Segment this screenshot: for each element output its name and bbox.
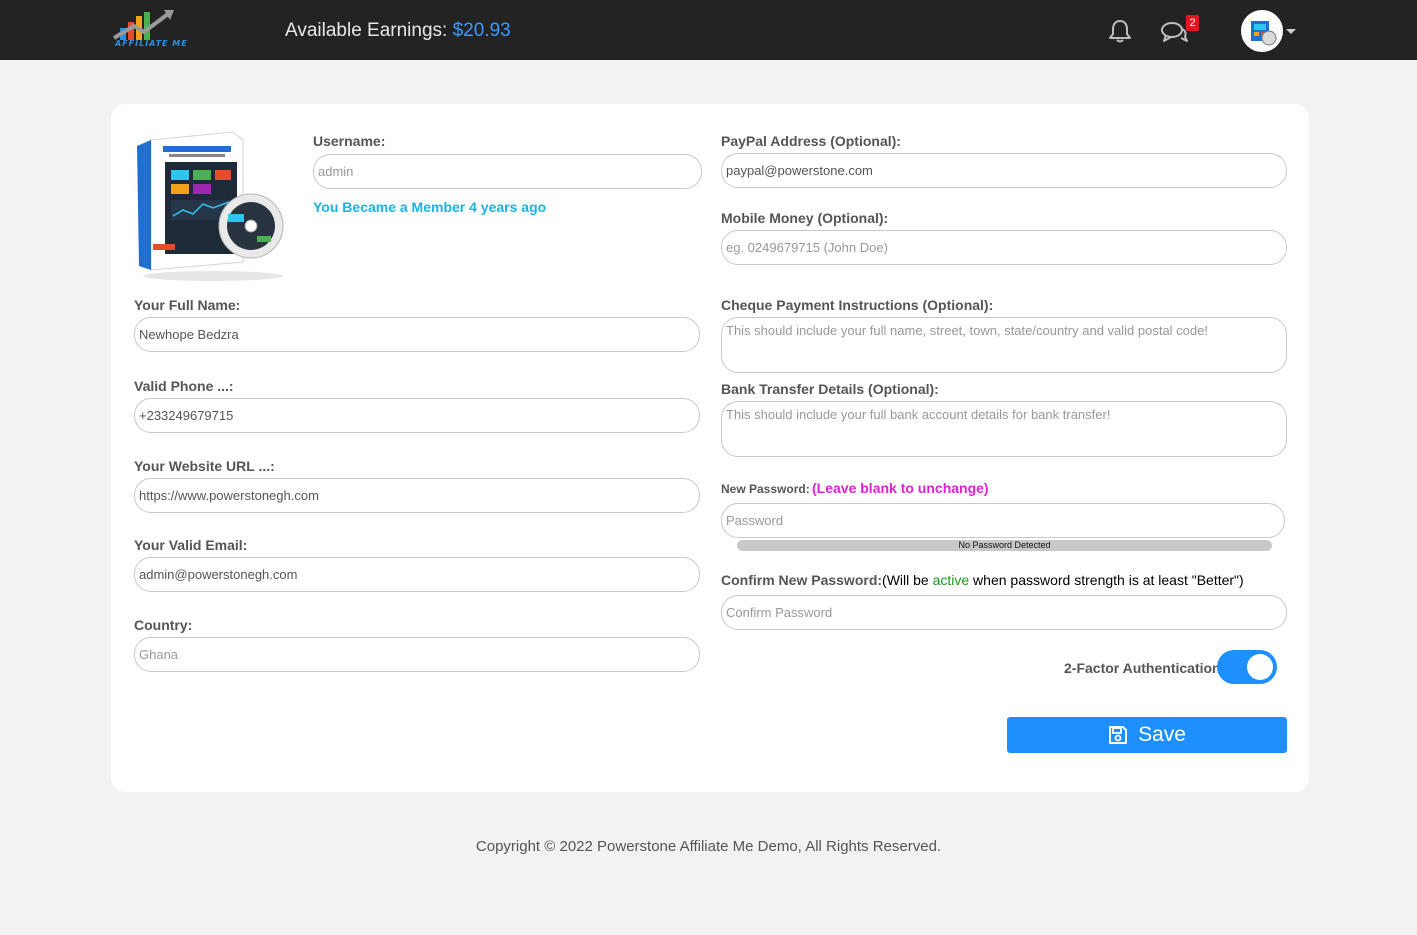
fullname-label: Your Full Name:	[134, 297, 241, 313]
earnings-amount: $20.93	[452, 20, 511, 41]
confirm-password-label: Confirm New Password:(Will be active whe…	[721, 572, 1244, 588]
cheque-label: Cheque Payment Instructions (Optional):	[721, 297, 994, 313]
chevron-down-icon[interactable]	[1286, 29, 1296, 34]
notifications-bell-icon[interactable]	[1107, 18, 1133, 44]
new-password-label: New Password:	[721, 482, 810, 496]
password-strength-bar: No Password Detected	[737, 540, 1272, 551]
website-label: Your Website URL ...:	[134, 458, 275, 474]
cheque-textarea[interactable]	[721, 317, 1287, 373]
new-password-input[interactable]	[721, 503, 1285, 538]
profile-card: Username: You Became a Member 4 years ag…	[111, 104, 1309, 792]
member-since-text: You Became a Member 4 years ago	[313, 199, 547, 215]
logo-text: AFFILIATE ME	[115, 39, 188, 48]
toggle-knob	[1247, 654, 1273, 680]
email-input[interactable]	[134, 557, 700, 592]
email-label: Your Valid Email:	[134, 537, 248, 553]
footer-copyright: Copyright © 2022 Powerstone Affiliate Me…	[475, 838, 942, 855]
two-factor-label: 2-Factor Authentication:	[1064, 660, 1226, 676]
mobile-money-label: Mobile Money (Optional):	[721, 210, 889, 226]
two-factor-toggle[interactable]	[1217, 650, 1277, 684]
mobile-money-input[interactable]	[721, 230, 1287, 265]
logo-chart-icon	[112, 10, 174, 40]
website-input[interactable]	[134, 478, 700, 513]
confirm-note-active: active	[932, 572, 970, 588]
country-input[interactable]	[134, 637, 700, 672]
top-navbar: AFFILIATE ME Available Earnings: $20.93 …	[0, 0, 1417, 60]
username-label: Username:	[313, 133, 386, 149]
floppy-disk-icon	[1109, 726, 1128, 744]
confirm-note-post: when password strength is at least "Bett…	[969, 572, 1244, 588]
paypal-label: PayPal Address (Optional):	[721, 133, 901, 149]
fullname-input[interactable]	[134, 317, 700, 352]
bank-transfer-textarea[interactable]	[721, 401, 1287, 457]
confirm-note-pre: (Will be	[882, 572, 933, 588]
phone-label: Valid Phone ...:	[134, 378, 234, 394]
product-box-image	[133, 126, 288, 284]
available-earnings: Available Earnings: $20.93	[285, 20, 511, 42]
country-label: Country:	[134, 617, 193, 633]
phone-input[interactable]	[134, 398, 700, 433]
messages-count-badge: 2	[1186, 15, 1199, 31]
username-input[interactable]	[313, 154, 702, 189]
affiliate-me-logo[interactable]: AFFILIATE ME	[112, 8, 187, 52]
bank-transfer-label: Bank Transfer Details (Optional):	[721, 381, 939, 397]
confirm-password-input[interactable]	[721, 595, 1287, 630]
earnings-label: Available Earnings:	[285, 20, 448, 41]
save-button-label: Save	[1138, 723, 1186, 746]
paypal-input[interactable]	[721, 153, 1287, 188]
save-button[interactable]: Save	[1007, 717, 1287, 753]
new-password-hint: (Leave blank to unchange)	[812, 480, 989, 496]
user-avatar[interactable]	[1241, 10, 1283, 52]
confirm-password-label-text: Confirm New Password:	[721, 572, 883, 588]
